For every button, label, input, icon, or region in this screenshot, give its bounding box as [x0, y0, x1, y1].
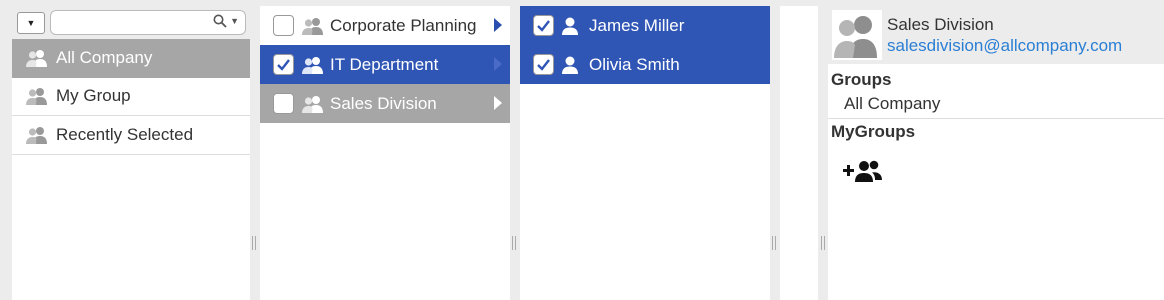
- mygroups-heading: MyGroups: [831, 122, 916, 141]
- source-item-recently-selected[interactable]: Recently Selected: [12, 116, 250, 155]
- group-row-sales-division[interactable]: Sales Division: [260, 84, 510, 123]
- arrow-right-icon[interactable]: [494, 18, 502, 32]
- search-icon[interactable]: ▼: [213, 14, 239, 28]
- group-checkbox[interactable]: [273, 54, 294, 75]
- group-label: Corporate Planning: [330, 15, 477, 35]
- group-icon: [300, 94, 326, 114]
- user-checkbox[interactable]: [533, 54, 554, 75]
- checkmark-icon: [537, 20, 550, 32]
- source-item-label: Recently Selected: [56, 124, 194, 144]
- source-dropdown-button[interactable]: ▼: [17, 12, 45, 34]
- group-avatar-icon: [834, 16, 877, 58]
- checkmark-icon: [537, 59, 550, 71]
- avatar: [832, 10, 882, 60]
- user-icon: [560, 16, 584, 36]
- arrow-right-icon[interactable]: [494, 57, 502, 71]
- arrow-right-icon[interactable]: [494, 96, 502, 110]
- user-icon: [560, 55, 584, 75]
- user-row-james-miller[interactable]: James Miller: [520, 6, 770, 45]
- group-icon: [300, 55, 326, 75]
- source-toolbar: ▼ ▼: [12, 0, 250, 39]
- group-row-it-department[interactable]: IT Department: [260, 45, 510, 84]
- detail-pane: Sales Division salesdivision@allcompany.…: [828, 6, 1164, 300]
- group-icon: [24, 125, 54, 145]
- groups-value: All Company: [828, 94, 1164, 119]
- search-options-icon: ▼: [230, 16, 239, 26]
- source-item-label: My Group: [56, 86, 131, 106]
- pane-splitter[interactable]: [511, 236, 517, 250]
- group-label: Sales Division: [330, 93, 437, 113]
- group-checkbox[interactable]: [273, 15, 294, 36]
- group-icon: [24, 86, 54, 106]
- group-icon: [24, 48, 54, 68]
- source-item-label: All Company: [56, 47, 153, 67]
- pane-splitter[interactable]: [771, 236, 777, 250]
- users-pane: James Miller Olivia Smith: [520, 6, 770, 300]
- group-row-corporate-planning[interactable]: Corporate Planning: [260, 6, 510, 45]
- search-input[interactable]: ▼: [50, 10, 246, 35]
- detail-header: Sales Division salesdivision@allcompany.…: [828, 6, 1164, 64]
- group-checkbox[interactable]: [273, 93, 294, 114]
- source-item-all-company[interactable]: All Company: [12, 39, 250, 78]
- user-label: James Miller: [589, 15, 685, 35]
- source-item-my-group[interactable]: My Group: [12, 78, 250, 116]
- checkmark-icon: [277, 59, 290, 71]
- source-pane: ▼ ▼ All Company My Group Recently Select…: [12, 0, 250, 300]
- detail-name: Sales Division: [887, 15, 994, 34]
- user-checkbox[interactable]: [533, 15, 554, 36]
- dropdown-icon: ▼: [26, 18, 36, 28]
- groups-heading: Groups: [831, 70, 892, 89]
- add-group-button[interactable]: [842, 156, 886, 186]
- pane-splitter[interactable]: [251, 236, 257, 250]
- pane-splitter[interactable]: [820, 236, 826, 250]
- group-label: IT Department: [330, 54, 439, 74]
- user-row-olivia-smith[interactable]: Olivia Smith: [520, 45, 770, 84]
- add-group-icon: [843, 160, 882, 182]
- detail-email-link[interactable]: salesdivision@allcompany.com: [887, 36, 1122, 56]
- group-icon: [300, 16, 326, 36]
- empty-pane: [780, 6, 818, 300]
- source-list: All Company My Group Recently Selected: [12, 39, 250, 300]
- user-label: Olivia Smith: [589, 54, 680, 74]
- groups-pane: Corporate Planning IT Department Sales D…: [260, 6, 510, 300]
